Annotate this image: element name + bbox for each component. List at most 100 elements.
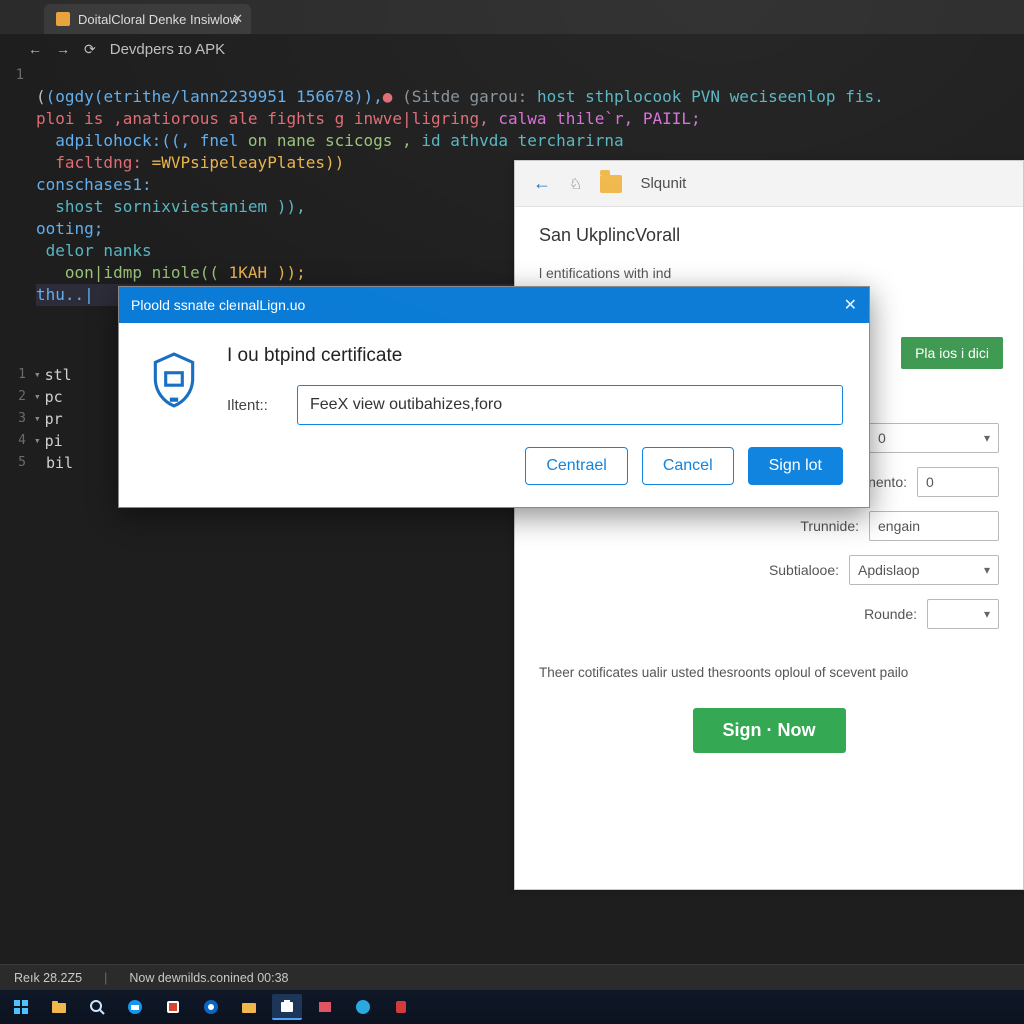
outline-label: pc — [45, 386, 63, 408]
refresh-icon[interactable]: ⟳ — [84, 41, 96, 58]
side-panel: ← ♘ Slqunit San UkplincVorall l entifica… — [514, 160, 1024, 890]
outline-index: 5 — [0, 452, 26, 474]
code-token: adpilohock:((, fnel — [36, 131, 248, 150]
chevron-down-icon: ▾ — [984, 607, 990, 621]
desktop: DoitalCloral Denke Insiwlow ✕ ← → ⟳ Devd… — [0, 0, 1024, 1024]
rounde-label: Rounde: — [807, 606, 917, 622]
address-text[interactable]: Devdpers ɪᴏ APK — [110, 41, 225, 58]
tab-close-icon[interactable]: ✕ — [232, 11, 243, 27]
chevron-down-icon: ▾ — [984, 563, 990, 577]
code-token: facltdng: — [36, 153, 152, 172]
panel-header: ← ♘ Slqunit — [515, 161, 1023, 207]
dialog-title: Ploold ssnate cleınalLign.uo — [131, 297, 305, 313]
panel-action-button[interactable]: Pla ios i dici — [901, 337, 1003, 369]
outline-list: 1▾stl 2▾pc 3▾pr 4▾pi 5bil — [0, 364, 73, 474]
outline-index: 1 — [0, 364, 26, 386]
code-token: shost sornixviestaniem )), — [36, 197, 306, 216]
edge-icon[interactable] — [196, 994, 226, 1020]
close-icon[interactable]: ✕ — [844, 295, 857, 315]
code-token: calwa thile`r, PAIIL; — [498, 109, 700, 128]
subtialooe-value: Apdislaop — [858, 562, 920, 578]
dialog-field-input[interactable] — [297, 385, 843, 425]
code-token: ooting; — [36, 219, 103, 238]
outline-label: bil — [46, 452, 73, 474]
certificate-dialog: Ploold ssnate cleınalLign.uo ✕ I ou btpi… — [118, 286, 870, 508]
certificate-icon — [145, 351, 203, 409]
subtialooe-select[interactable]: Apdislaop ▾ — [849, 555, 999, 585]
taskbar — [0, 990, 1024, 1024]
status-bar: Reık 28.2Z5 | Now dewnilds.conined 00:38 — [0, 964, 1024, 990]
outline-index: 3 — [0, 408, 26, 430]
search-icon[interactable] — [82, 994, 112, 1020]
outline-label: stl — [45, 364, 72, 386]
panel-footnote: Theer cotificates ualir usted thesroonts… — [539, 665, 999, 680]
sign-button[interactable]: Sign lot — [748, 447, 843, 485]
dialog-button-row: Centrael Cancel Sign lot — [119, 443, 869, 507]
gutter: 1 — [0, 64, 30, 86]
cancel-button[interactable]: Cancel — [642, 447, 734, 485]
browser-tab-active[interactable]: DoitalCloral Denke Insiwlow ✕ — [44, 4, 251, 34]
code-token: host sthplocook PVN weciseenlop fis. — [537, 87, 884, 106]
outline-item[interactable]: 3 ▾pr — [0, 408, 73, 430]
foul-input[interactable] — [917, 467, 999, 497]
code-token: on nane scicogs , — [248, 131, 421, 150]
forward-icon[interactable]: → — [56, 41, 70, 57]
outline-item[interactable]: 5 bil — [0, 452, 73, 474]
mail-icon[interactable] — [120, 994, 150, 1020]
dialog-titlebar[interactable]: Ploold ssnate cleınalLign.uo ✕ — [119, 287, 869, 323]
trunnide-input[interactable] — [869, 511, 999, 541]
store-icon[interactable] — [272, 994, 302, 1020]
code-token: =WVPsipeleayPlates)) — [152, 153, 345, 172]
panel-desc-line: l entifications with ind — [539, 264, 999, 284]
panel-user-icon[interactable]: ♘ — [569, 175, 582, 193]
folder2-icon[interactable] — [234, 994, 264, 1020]
code-token: conschases1: — [36, 175, 152, 194]
status-left: Reık 28.2Z5 — [14, 971, 82, 985]
outline-label: pi — [45, 430, 63, 452]
centrael-button[interactable]: Centrael — [525, 447, 627, 485]
sign-now-button[interactable]: Sign · Now — [693, 708, 846, 753]
photos-icon[interactable] — [310, 994, 340, 1020]
chevron-down-icon[interactable]: ▾ — [34, 408, 41, 430]
chrome-icon[interactable] — [348, 994, 378, 1020]
code-token: (ogdy(etrithe/lann2239951 156678)), — [46, 87, 383, 106]
outline-index: 4 — [0, 430, 26, 452]
panel-back-icon[interactable]: ← — [533, 173, 551, 194]
chevron-down-icon: ▾ — [984, 431, 990, 445]
outline-label: pr — [45, 408, 63, 430]
tab-favicon-icon — [56, 12, 70, 26]
browser-tabstrip: DoitalCloral Denke Insiwlow ✕ — [0, 0, 1024, 34]
praite-value: 0 — [878, 430, 886, 446]
defender-icon[interactable] — [386, 994, 416, 1020]
code-token: thu..| — [36, 285, 94, 304]
panel-title: San UkplincVorall — [539, 225, 999, 246]
dialog-field-label: Iltent:: — [227, 397, 279, 414]
chevron-down-icon[interactable]: ▾ — [34, 430, 41, 452]
back-icon[interactable]: ← — [28, 41, 42, 57]
subtialooe-label: Subtialooe: — [729, 562, 839, 578]
outline-item[interactable]: 1 ▾stl — [0, 364, 73, 386]
chevron-down-icon[interactable]: ▾ — [34, 386, 41, 408]
code-token: (Sitde garou: — [392, 87, 537, 106]
praite-select[interactable]: 0 ▾ — [869, 423, 999, 453]
outline-item[interactable]: 4 ▾pi — [0, 430, 73, 452]
panel-header-label: Slqunit — [640, 175, 686, 192]
code-token: ploi is ,anatiorous ale fights g inwve|l… — [36, 109, 498, 128]
chevron-down-icon[interactable]: ▾ — [34, 364, 41, 386]
code-token: id athvda tercharirna — [421, 131, 623, 150]
status-right: Now dewnilds.conined 00:38 — [129, 971, 288, 985]
folder-icon[interactable] — [600, 175, 622, 193]
code-token: oon|idmp niole(( — [36, 263, 229, 282]
rounde-select[interactable]: ▾ — [927, 599, 999, 629]
dialog-heading: I ou btpind certificate — [227, 345, 843, 367]
tab-title: DoitalCloral Denke Insiwlow — [78, 12, 239, 27]
browser-toolbar: ← → ⟳ Devdpers ɪᴏ APK — [0, 34, 1024, 64]
outline-item[interactable]: 2▾pc — [0, 386, 73, 408]
word-icon[interactable] — [158, 994, 188, 1020]
start-icon[interactable] — [6, 994, 36, 1020]
gutter-line: 1 — [0, 64, 24, 86]
trunnide-label: Trunnide: — [749, 518, 859, 534]
explorer-icon[interactable] — [44, 994, 74, 1020]
code-token: 1KAH )); — [229, 263, 306, 282]
code-token: delor nanks — [36, 241, 152, 260]
